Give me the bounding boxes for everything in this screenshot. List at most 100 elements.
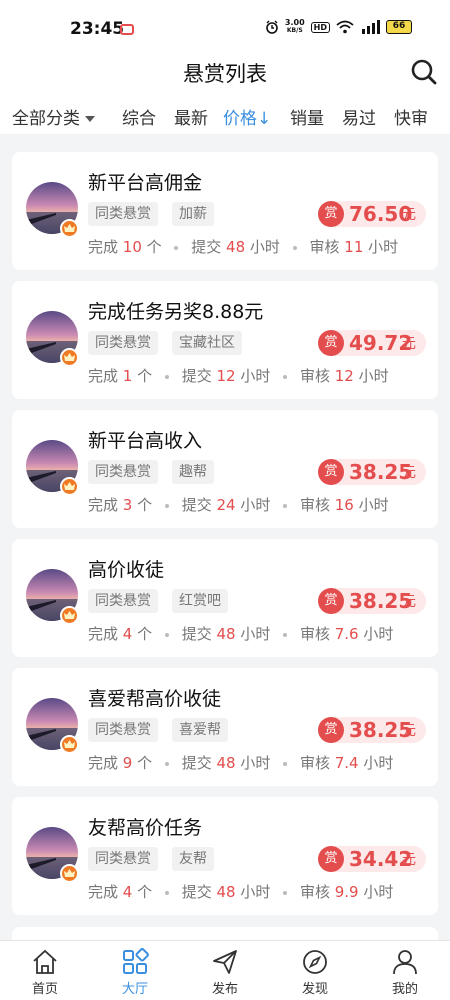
review-hours: 7.4 — [334, 754, 359, 772]
reward-badge: 赏 — [318, 588, 344, 614]
task-stats: 完成 10 个 提交 48 小时 审核 11 小时 — [88, 238, 399, 256]
done-count: 4 — [122, 883, 133, 901]
task-stats: 完成 1 个 提交 12 小时 审核 12 小时 — [88, 367, 389, 385]
reward-badge: 赏 — [318, 201, 344, 227]
send-icon — [213, 950, 237, 974]
reward-pill: 赏 38.25 元 — [318, 588, 426, 614]
crown-icon — [60, 477, 79, 496]
task-stats: 完成 4 个 提交 48 小时 审核 7.6 小时 — [88, 625, 394, 643]
caret-down-icon — [85, 116, 95, 122]
review-hours: 16 — [334, 496, 354, 514]
done-count: 3 — [122, 496, 133, 514]
task-card[interactable]: 高价收徒 同类悬赏 红赏吧 赏 38.25 元 完成 4 个 提交 48 小时 … — [12, 539, 438, 657]
submit-hours: 12 — [216, 367, 236, 385]
separator-dot — [283, 632, 288, 637]
search-icon[interactable] — [410, 58, 438, 86]
reward-unit: 元 — [402, 336, 416, 352]
task-tag-platform: 友帮 — [172, 847, 214, 871]
task-title: 高价收徒 — [88, 559, 165, 581]
task-card[interactable]: 喜爱帮高价收徒 同类悬赏 喜爱帮 赏 38.25 元 完成 9 个 提交 48 … — [12, 668, 438, 786]
tab-fast-review[interactable]: 快审 — [394, 104, 428, 129]
tab-sales[interactable]: 销量 — [290, 104, 324, 129]
reward-unit: 元 — [402, 723, 416, 739]
submit-hours: 48 — [216, 754, 236, 772]
separator-dot — [174, 245, 179, 250]
task-tag-platform: 红赏吧 — [172, 589, 228, 613]
filter-tabs: 全部分类 综合 最新 价格↓ 销量 易过 快审 — [0, 98, 450, 134]
separator-dot — [283, 761, 288, 766]
nav-discover[interactable]: 发现 — [270, 941, 360, 1000]
task-card[interactable]: 完成任务另奖8.88元 同类悬赏 宝藏社区 赏 49.72 元 完成 1 个 提… — [12, 281, 438, 399]
task-tag-category: 同类悬赏 — [88, 589, 158, 613]
reward-pill: 赏 38.25 元 — [318, 459, 426, 485]
task-tag-category: 同类悬赏 — [88, 331, 158, 355]
status-icons: 3.00 KB/S HD 66 — [265, 19, 412, 35]
task-stats: 完成 9 个 提交 48 小时 审核 7.4 小时 — [88, 754, 394, 772]
status-bar: 23:45 3.00 KB/S HD 66 — [0, 0, 450, 58]
reward-pill: 赏 76.50 元 — [318, 201, 426, 227]
done-count: 10 — [122, 238, 142, 256]
task-title: 喜爱帮高价收徒 — [88, 688, 222, 710]
task-title: 新平台高佣金 — [88, 172, 203, 194]
compass-icon — [303, 950, 327, 974]
task-tag-category: 同类悬赏 — [88, 847, 158, 871]
reward-pill: 赏 49.72 元 — [318, 330, 426, 356]
reward-pill: 赏 38.25 元 — [318, 717, 426, 743]
done-count: 1 — [122, 367, 133, 385]
tab-newest[interactable]: 最新 — [174, 104, 208, 129]
reward-badge: 赏 — [318, 330, 344, 356]
task-title: 新平台高收入 — [88, 430, 203, 452]
page-title: 悬赏列表 — [183, 62, 267, 86]
reward-unit: 元 — [402, 207, 416, 223]
alarm-icon — [266, 20, 278, 34]
separator-dot — [164, 503, 169, 508]
nav-mine[interactable]: 我的 — [360, 941, 450, 1000]
task-stats: 完成 3 个 提交 24 小时 审核 16 小时 — [88, 496, 389, 514]
nav-hall[interactable]: 大厅 — [90, 941, 180, 1000]
task-tag-platform: 加薪 — [172, 202, 214, 226]
reward-pill: 赏 34.42 元 — [318, 846, 426, 872]
crown-icon — [60, 864, 79, 883]
separator-dot — [283, 503, 288, 508]
tab-all-categories[interactable]: 全部分类 — [12, 104, 95, 129]
reward-unit: 元 — [402, 594, 416, 610]
task-tag-platform: 喜爱帮 — [172, 718, 228, 742]
nav-home[interactable]: 首页 — [0, 941, 90, 1000]
grid-icon — [123, 948, 149, 974]
separator-dot — [164, 374, 169, 379]
hd-indicator: HD — [310, 21, 330, 33]
tab-comprehensive[interactable]: 综合 — [122, 104, 156, 129]
crown-icon — [60, 735, 79, 754]
done-count: 9 — [122, 754, 133, 772]
person-icon — [393, 950, 417, 975]
task-card[interactable]: 友帮高价任务 同类悬赏 友帮 赏 34.42 元 完成 4 个 提交 48 小时… — [12, 797, 438, 915]
task-tag-category: 同类悬赏 — [88, 460, 158, 484]
review-hours: 7.6 — [334, 625, 359, 643]
crown-icon — [60, 219, 79, 238]
network-speed: 3.00 KB/S — [284, 18, 305, 35]
reward-unit: 元 — [402, 852, 416, 868]
submit-hours: 48 — [226, 238, 246, 256]
separator-dot — [292, 245, 297, 250]
task-stats: 完成 4 个 提交 48 小时 审核 9.9 小时 — [88, 883, 394, 901]
battery-icon: 66 — [386, 20, 412, 34]
crown-icon — [60, 348, 79, 367]
reward-badge: 赏 — [318, 717, 344, 743]
task-title: 完成任务另奖8.88元 — [88, 301, 264, 323]
nav-publish[interactable]: 发布 — [180, 941, 270, 1000]
home-icon — [33, 949, 57, 974]
review-hours: 11 — [344, 238, 364, 256]
tab-easy-pass[interactable]: 易过 — [342, 104, 376, 129]
task-tag-platform: 宝藏社区 — [172, 331, 242, 355]
reward-badge: 赏 — [318, 459, 344, 485]
task-card[interactable]: 新平台高佣金 同类悬赏 加薪 赏 76.50 元 完成 10 个 提交 48 小… — [12, 152, 438, 270]
task-tag-platform: 趣帮 — [172, 460, 214, 484]
reward-badge: 赏 — [318, 846, 344, 872]
task-card[interactable]: 新平台高收入 同类悬赏 趣帮 赏 38.25 元 完成 3 个 提交 24 小时… — [12, 410, 438, 528]
notification-app-icon — [120, 24, 134, 35]
tab-price[interactable]: 价格↓ — [223, 104, 271, 129]
wifi-icon — [336, 20, 354, 34]
review-hours: 12 — [334, 367, 354, 385]
task-tag-category: 同类悬赏 — [88, 202, 158, 226]
status-time: 23:45 — [70, 19, 125, 39]
